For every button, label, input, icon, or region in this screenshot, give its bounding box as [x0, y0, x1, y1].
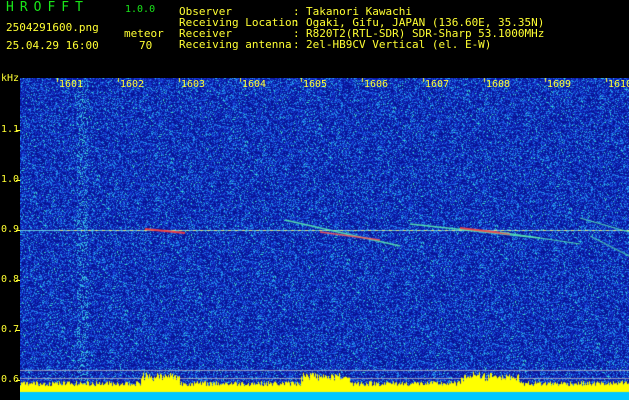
x-tick-label: 1601 [59, 79, 84, 90]
y-tick-mark [16, 330, 20, 331]
header-panel: HROFFT 1.0.0 2504291600.png meteor 25.04… [0, 0, 629, 72]
y-axis-unit: kHz [1, 73, 20, 84]
x-tick-label: 1603 [181, 79, 206, 90]
x-tick-label: 1604 [242, 79, 267, 90]
y-tick-mark [16, 180, 20, 181]
info-colon: : [293, 38, 300, 51]
app-version: 1.0.0 [125, 4, 156, 15]
info-label-antenna: Receiving antenna [179, 38, 292, 51]
meteor-count: 70 [139, 39, 153, 52]
observation-datetime: 25.04.29 16:00 [6, 39, 99, 52]
info-value-antenna: 2el-HB9CV Vertical (el. E-W) [306, 38, 492, 51]
y-tick-mark [16, 230, 20, 231]
x-tick-label: 1606 [364, 79, 389, 90]
x-tick-label: 1607 [425, 79, 450, 90]
y-tick-mark [16, 280, 20, 281]
x-tick-label: 1608 [486, 79, 511, 90]
app-logo: HROFFT [6, 0, 89, 15]
image-filename: 2504291600.png [6, 21, 99, 34]
y-tick-mark [16, 380, 20, 381]
x-tick-label: 1602 [120, 79, 145, 90]
x-tick-label: 1609 [547, 79, 572, 90]
spectrogram-plot [20, 78, 629, 400]
y-tick-mark [16, 130, 20, 131]
x-tick-label: 1610 [608, 79, 629, 90]
x-tick-label: 1605 [303, 79, 328, 90]
